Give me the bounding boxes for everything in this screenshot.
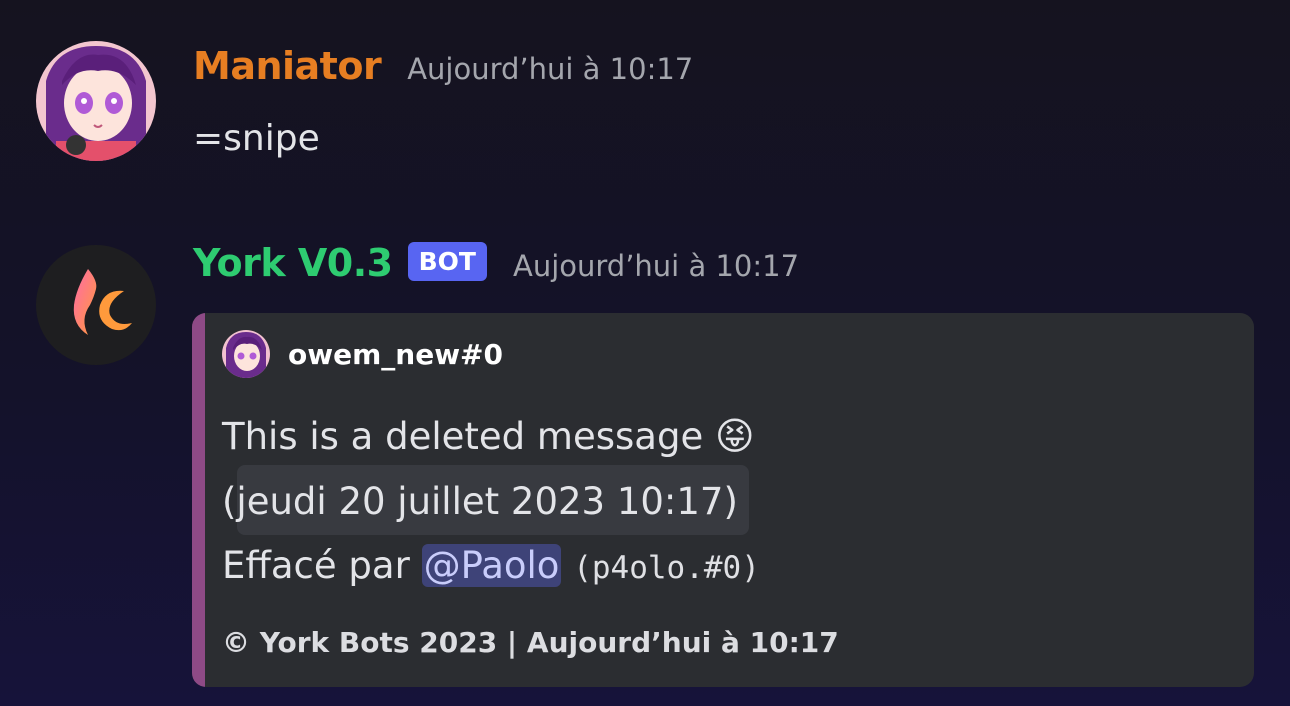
embed-accent-bar	[192, 313, 205, 687]
embed-author: owem_new#0	[222, 330, 503, 378]
deleted-by-label: Effacé par	[222, 544, 410, 587]
username-maniator[interactable]: Maniator	[193, 44, 382, 88]
bot-avatar-york[interactable]	[36, 245, 156, 365]
message-content: =snipe	[193, 118, 320, 159]
user-avatar-maniator[interactable]	[36, 41, 156, 161]
username-york[interactable]: York V0.3	[193, 241, 393, 285]
deleted-date: (jeudi 20 juillet 2023 10:17)	[222, 480, 738, 523]
squinting-tongue-emoji-icon: 😝	[714, 414, 755, 458]
anime-avatar-icon	[36, 41, 156, 161]
bot-badge: BOT	[407, 242, 487, 281]
message-timestamp[interactable]: Aujourd’hui à 10:17	[513, 249, 799, 283]
anime-avatar-icon	[222, 330, 270, 378]
user-tag-code: (p4olo.#0)	[573, 550, 760, 586]
embed-author-avatar[interactable]	[222, 330, 270, 378]
user-mention[interactable]: @Paolo	[421, 544, 562, 587]
message-header-maniator: Maniator Aujourd’hui à 10:17	[193, 44, 693, 88]
message-header-york: York V0.3 BOT Aujourd’hui à 10:17	[193, 241, 799, 287]
deleted-message-text: This is a deleted message	[222, 415, 704, 458]
message-timestamp[interactable]: Aujourd’hui à 10:17	[407, 52, 693, 86]
embed-description-line: This is a deleted message 😝	[222, 414, 755, 458]
embed-footer: © York Bots 2023 | Aujourd’hui à 10:17	[222, 626, 839, 659]
flame-logo-icon	[73, 269, 132, 335]
embed-author-name[interactable]: owem_new#0	[288, 338, 503, 371]
deleted-by-line: Effacé par @Paolo (p4olo.#0)	[222, 544, 760, 587]
